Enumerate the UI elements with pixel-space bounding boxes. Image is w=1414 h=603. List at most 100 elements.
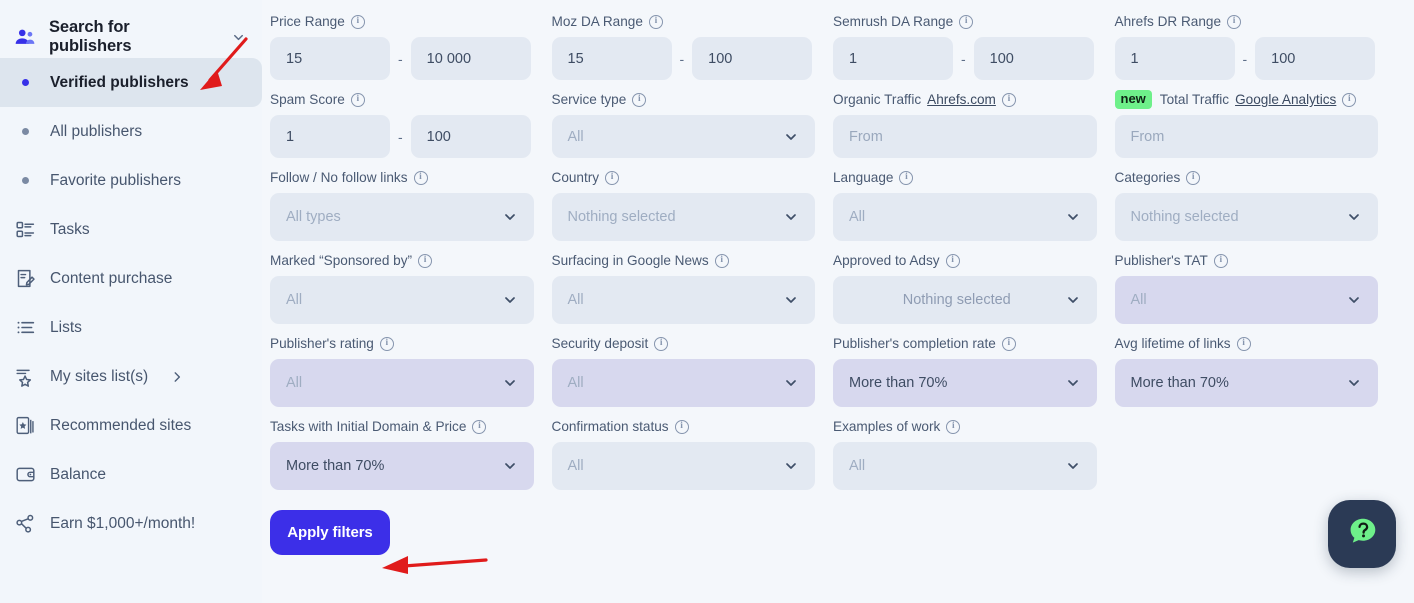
- recommended-card-icon: [14, 415, 36, 437]
- filter-publishers-rating: Publisher's rating i All: [270, 332, 552, 415]
- select-value: All: [1130, 292, 1147, 308]
- chevron-down-icon[interactable]: [231, 30, 246, 45]
- google-news-select[interactable]: All: [551, 276, 815, 324]
- info-icon[interactable]: i: [379, 336, 394, 351]
- filter-google-news: Surfacing in Google News i All: [551, 249, 834, 332]
- ahrefs-dr-min-input[interactable]: 1: [1114, 37, 1235, 80]
- approved-adsy-select[interactable]: Nothing selected: [833, 276, 1097, 324]
- select-value: All: [286, 375, 303, 391]
- select-value: More than 70%: [849, 375, 948, 391]
- new-badge: new: [1114, 89, 1152, 110]
- info-icon[interactable]: i: [605, 170, 620, 185]
- info-icon[interactable]: i: [654, 336, 669, 351]
- info-icon[interactable]: i: [1227, 14, 1242, 29]
- info-icon[interactable]: i: [1342, 92, 1357, 107]
- initial-domain-price-select[interactable]: More than 70%: [270, 442, 534, 490]
- price-max-input[interactable]: 10 000: [410, 37, 531, 80]
- info-icon[interactable]: i: [648, 14, 663, 29]
- info-icon[interactable]: i: [945, 253, 960, 268]
- filter-label: Country i: [552, 166, 816, 189]
- sidebar-item-tasks[interactable]: Tasks: [0, 205, 262, 254]
- select-value: All: [567, 375, 584, 391]
- publishers-rating-select[interactable]: All: [270, 359, 534, 407]
- filter-service-type: Service type i All: [551, 88, 834, 166]
- info-icon[interactable]: i: [1213, 253, 1228, 268]
- bullet-icon: [14, 177, 36, 184]
- google-analytics-link[interactable]: Google Analytics: [1235, 92, 1336, 107]
- sidebar-item-label: Balance: [50, 465, 107, 483]
- sidebar-header-label: Search for publishers: [49, 18, 132, 55]
- info-icon[interactable]: i: [418, 253, 433, 268]
- categories-select[interactable]: Nothing selected: [1114, 193, 1378, 241]
- help-chat-button[interactable]: [1328, 500, 1396, 568]
- info-icon[interactable]: i: [899, 170, 914, 185]
- marked-sponsored-select[interactable]: All: [270, 276, 534, 324]
- range-separator: -: [398, 50, 403, 67]
- filter-country: Country i Nothing selected: [551, 166, 834, 249]
- moz-da-max-input[interactable]: 100: [692, 37, 813, 80]
- sidebar-item-my-sites-lists[interactable]: My sites list(s): [0, 352, 262, 401]
- semrush-da-max-input[interactable]: 100: [973, 37, 1094, 80]
- info-icon[interactable]: i: [959, 14, 974, 29]
- filter-spam-score: Spam Score i 1 - 100: [270, 88, 552, 166]
- filter-label: Follow / No follow links i: [270, 166, 534, 189]
- filter-ahrefs-dr-range: Ahrefs DR Range i 1 - 100: [1114, 10, 1397, 88]
- info-icon[interactable]: i: [674, 419, 689, 434]
- info-icon[interactable]: i: [1236, 336, 1251, 351]
- sidebar-item-lists[interactable]: Lists: [0, 303, 262, 352]
- info-icon[interactable]: i: [413, 170, 428, 185]
- sidebar-item-label: Recommended sites: [50, 416, 192, 434]
- completion-rate-select[interactable]: More than 70%: [833, 359, 1097, 407]
- range-inputs: 1 - 100: [270, 115, 534, 158]
- info-icon[interactable]: i: [946, 419, 961, 434]
- total-traffic-input[interactable]: From: [1114, 115, 1378, 158]
- info-icon[interactable]: i: [1001, 336, 1016, 351]
- info-icon[interactable]: i: [350, 14, 365, 29]
- organic-traffic-input[interactable]: From: [833, 115, 1097, 158]
- publishers-tat-select[interactable]: All: [1114, 276, 1378, 324]
- filter-label: Publisher's completion rate i: [833, 332, 1097, 355]
- info-icon[interactable]: i: [350, 92, 365, 107]
- filter-follow-links: Follow / No follow links i All types: [270, 166, 552, 249]
- avg-lifetime-select[interactable]: More than 70%: [1114, 359, 1378, 407]
- semrush-da-min-input[interactable]: 1: [833, 37, 953, 80]
- moz-da-min-input[interactable]: 15: [551, 37, 672, 80]
- price-min-input[interactable]: 15: [270, 37, 390, 80]
- chevron-down-icon: [1065, 209, 1081, 225]
- chevron-down-icon: [502, 292, 518, 308]
- filter-avg-lifetime-of-links: Avg lifetime of links i More than 70%: [1114, 332, 1397, 415]
- range-inputs: 15 - 10 000: [270, 37, 534, 80]
- info-icon[interactable]: i: [1001, 92, 1016, 107]
- sidebar-item-verified-publishers[interactable]: Verified publishers: [0, 58, 262, 107]
- sidebar-item-all-publishers[interactable]: All publishers: [0, 107, 262, 156]
- language-select[interactable]: All: [833, 193, 1097, 241]
- sidebar-item-content-purchase[interactable]: Content purchase: [0, 254, 262, 303]
- sidebar-item-earn-per-month[interactable]: Earn $1,000+/month!: [0, 499, 262, 548]
- security-deposit-select[interactable]: All: [551, 359, 815, 407]
- filter-approved-to-adsy: Approved to Adsy i Nothing selected: [833, 249, 1115, 332]
- confirmation-status-select[interactable]: All: [551, 442, 815, 490]
- sidebar-item-recommended-sites[interactable]: Recommended sites: [0, 401, 262, 450]
- info-icon[interactable]: i: [714, 253, 729, 268]
- info-icon[interactable]: i: [632, 92, 647, 107]
- filter-label: Price Range i: [270, 10, 534, 33]
- examples-of-work-select[interactable]: All: [833, 442, 1097, 490]
- apply-filters-row: Apply filters: [270, 498, 1414, 555]
- service-type-select[interactable]: All: [551, 115, 815, 158]
- spam-score-max-input[interactable]: 100: [410, 115, 531, 158]
- filter-marked-sponsored-by: Marked “Sponsored by” i All: [270, 249, 552, 332]
- apply-filters-button[interactable]: Apply filters: [270, 510, 390, 555]
- sidebar-item-favorite-publishers[interactable]: Favorite publishers: [0, 156, 262, 205]
- follow-links-select[interactable]: All types: [270, 193, 534, 241]
- chevron-right-icon[interactable]: [170, 370, 184, 384]
- info-icon[interactable]: i: [472, 419, 487, 434]
- ahrefs-link[interactable]: Ahrefs.com: [927, 92, 996, 107]
- info-icon[interactable]: i: [1186, 170, 1201, 185]
- sidebar-item-balance[interactable]: Balance: [0, 450, 262, 499]
- filter-label: Marked “Sponsored by” i: [270, 249, 534, 272]
- sidebar-header-search-for-publishers[interactable]: Search for publishers: [0, 16, 262, 58]
- ahrefs-dr-max-input[interactable]: 100: [1255, 37, 1376, 80]
- select-value: All: [567, 292, 584, 308]
- spam-score-min-input[interactable]: 1: [270, 115, 390, 158]
- country-select[interactable]: Nothing selected: [551, 193, 815, 241]
